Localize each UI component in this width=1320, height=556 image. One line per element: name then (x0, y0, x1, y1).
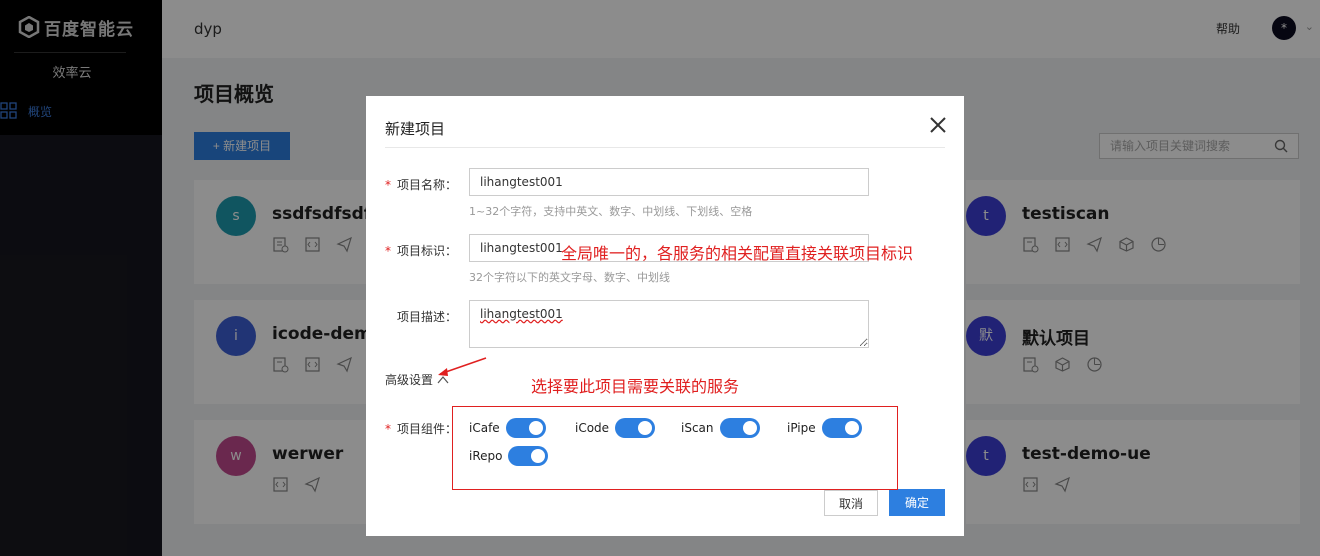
cancel-button[interactable]: 取消 (824, 490, 878, 516)
dialog-title: 新建项目 (385, 120, 446, 138)
project-name-hint: 1~32个字符，支持中英文、数字、中划线、下划线、空格 (469, 205, 753, 218)
components-label: * 项目组件： (385, 420, 457, 437)
project-name-label: * 项目名称： (385, 176, 457, 193)
annotation-arrow-icon (438, 357, 487, 376)
annotation-highlight-box (452, 406, 898, 490)
required-mark: * (385, 178, 391, 192)
project-name-input[interactable] (469, 168, 869, 196)
annotation-services: 选择要此项目需要关联的服务 (531, 377, 740, 396)
project-desc-textarea[interactable]: lihangtest001 (469, 300, 869, 348)
label-text: 项目名称： (397, 178, 458, 192)
project-id-label: * 项目标识： (385, 242, 457, 259)
label-text: 项目标识： (397, 244, 458, 258)
project-id-hint: 32个字符以下的英文字母、数字、中划线 (469, 271, 670, 284)
required-mark: * (385, 244, 391, 258)
dialog-divider (385, 147, 945, 148)
label-text: 项目组件： (397, 422, 458, 436)
required-mark: * (385, 422, 391, 436)
confirm-button[interactable]: 确定 (889, 489, 945, 516)
project-desc-label: 项目描述： (397, 310, 458, 324)
advanced-settings-label: 高级设置 (385, 373, 434, 387)
annotation-project-id: 全局唯一的，各服务的相关配置直接关联项目标识 (561, 244, 914, 263)
close-icon[interactable] (927, 114, 949, 136)
